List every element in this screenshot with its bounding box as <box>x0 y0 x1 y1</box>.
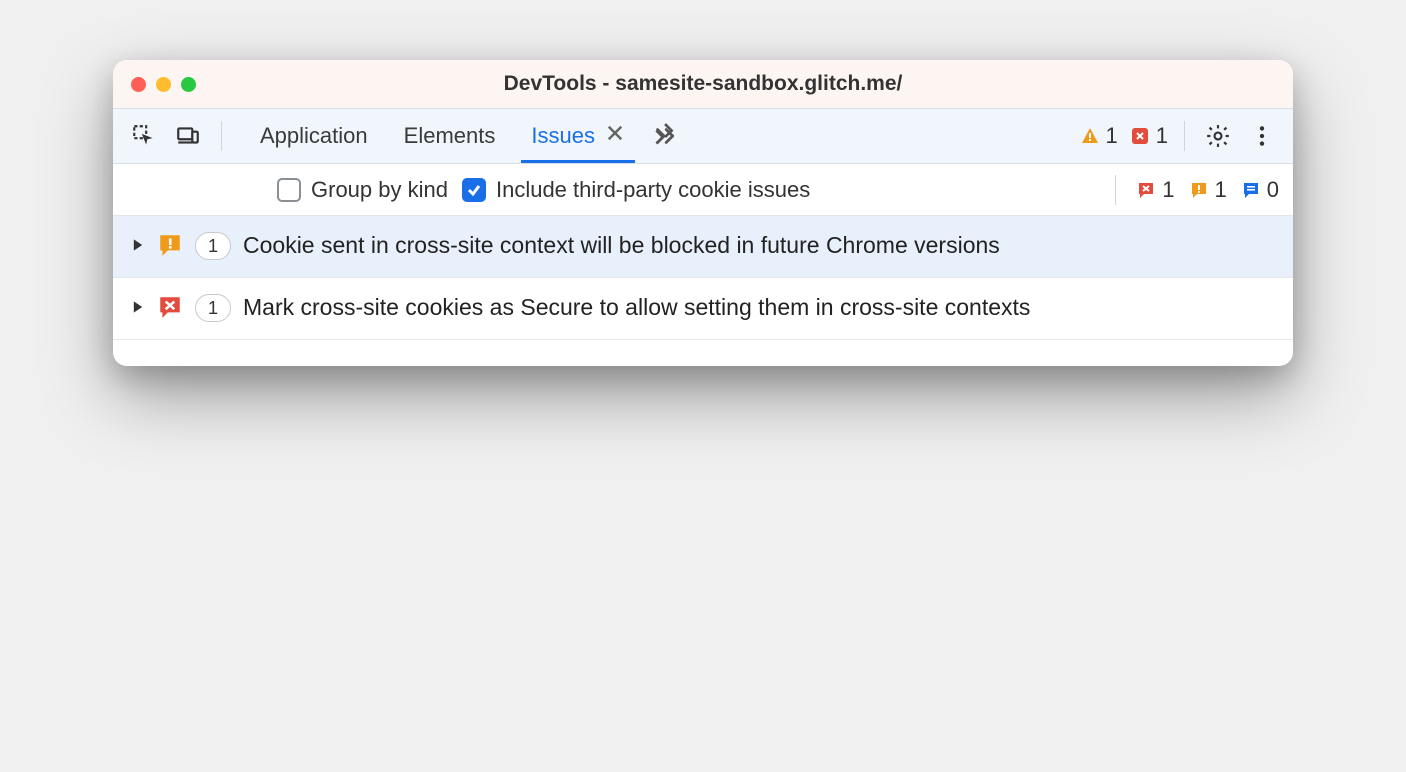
checkbox-checked-icon <box>462 178 486 202</box>
count-value: 1 <box>1106 123 1118 149</box>
checkbox-label: Group by kind <box>311 177 448 203</box>
toolbar-divider <box>1115 175 1116 205</box>
tab-issues[interactable]: Issues <box>513 109 643 163</box>
toolbar-divider <box>1184 121 1185 151</box>
checkbox-label: Include third-party cookie issues <box>496 177 810 203</box>
more-tabs-button[interactable] <box>643 109 685 163</box>
kebab-icon <box>1249 123 1275 149</box>
tab-label: Issues <box>531 123 595 149</box>
tab-label: Application <box>260 123 368 149</box>
toolbar-issue-counts: 1 1 <box>1080 123 1169 149</box>
main-toolbar: Application Elements Issues <box>113 108 1293 164</box>
count-value: 1 <box>1162 177 1174 203</box>
toolbar-divider <box>221 121 222 151</box>
close-icon[interactable] <box>605 123 625 149</box>
expand-arrow-icon[interactable] <box>131 300 145 314</box>
issue-title: Mark cross-site cookies as Secure to all… <box>243 292 1275 323</box>
count-value: 1 <box>1156 123 1168 149</box>
panel-tabs: Application Elements Issues <box>242 109 685 163</box>
checkbox-unchecked-icon <box>277 178 301 202</box>
issue-row[interactable]: 1 Cookie sent in cross-site context will… <box>113 216 1293 278</box>
badge-value: 1 <box>208 298 218 319</box>
tab-application[interactable]: Application <box>242 109 386 163</box>
count-value: 0 <box>1267 177 1279 203</box>
info-issue-count[interactable]: 0 <box>1241 177 1279 203</box>
devtools-window: DevTools - samesite-sandbox.glitch.me/ A… <box>113 60 1293 366</box>
warning-count[interactable]: 1 <box>1080 123 1118 149</box>
error-bubble-icon <box>1136 180 1156 200</box>
include-third-party-checkbox[interactable]: Include third-party cookie issues <box>462 177 810 203</box>
issue-title: Cookie sent in cross-site context will b… <box>243 230 1275 261</box>
issue-count-badge: 1 <box>195 232 231 260</box>
group-by-kind-checkbox[interactable]: Group by kind <box>277 177 448 203</box>
issue-count-badge: 1 <box>195 294 231 322</box>
window-controls <box>131 77 196 92</box>
titlebar: DevTools - samesite-sandbox.glitch.me/ <box>113 60 1293 108</box>
minimize-window-button[interactable] <box>156 77 171 92</box>
issues-filter-bar: Group by kind Include third-party cookie… <box>113 164 1293 216</box>
error-bubble-icon <box>157 294 183 325</box>
gear-icon <box>1205 123 1231 149</box>
badge-value: 1 <box>208 236 218 257</box>
more-options-button[interactable] <box>1245 119 1279 153</box>
expand-arrow-icon[interactable] <box>131 238 145 252</box>
tab-label: Elements <box>404 123 496 149</box>
inspect-element-icon[interactable] <box>127 119 161 153</box>
close-window-button[interactable] <box>131 77 146 92</box>
maximize-window-button[interactable] <box>181 77 196 92</box>
info-bubble-icon <box>1241 180 1261 200</box>
device-toolbar-icon[interactable] <box>171 119 205 153</box>
window-title: DevTools - samesite-sandbox.glitch.me/ <box>113 72 1293 96</box>
settings-button[interactable] <box>1201 119 1235 153</box>
tab-elements[interactable]: Elements <box>386 109 514 163</box>
error-issue-count[interactable]: 1 <box>1136 177 1174 203</box>
issue-kind-counts: 1 1 0 <box>1136 177 1279 203</box>
warning-bubble-icon <box>1189 180 1209 200</box>
count-value: 1 <box>1215 177 1227 203</box>
error-square-icon <box>1130 126 1150 146</box>
issues-list: 1 Cookie sent in cross-site context will… <box>113 216 1293 366</box>
warning-triangle-icon <box>1080 126 1100 146</box>
issue-row[interactable]: 1 Mark cross-site cookies as Secure to a… <box>113 278 1293 340</box>
error-count[interactable]: 1 <box>1130 123 1168 149</box>
warning-issue-count[interactable]: 1 <box>1189 177 1227 203</box>
warning-bubble-icon <box>157 232 183 263</box>
